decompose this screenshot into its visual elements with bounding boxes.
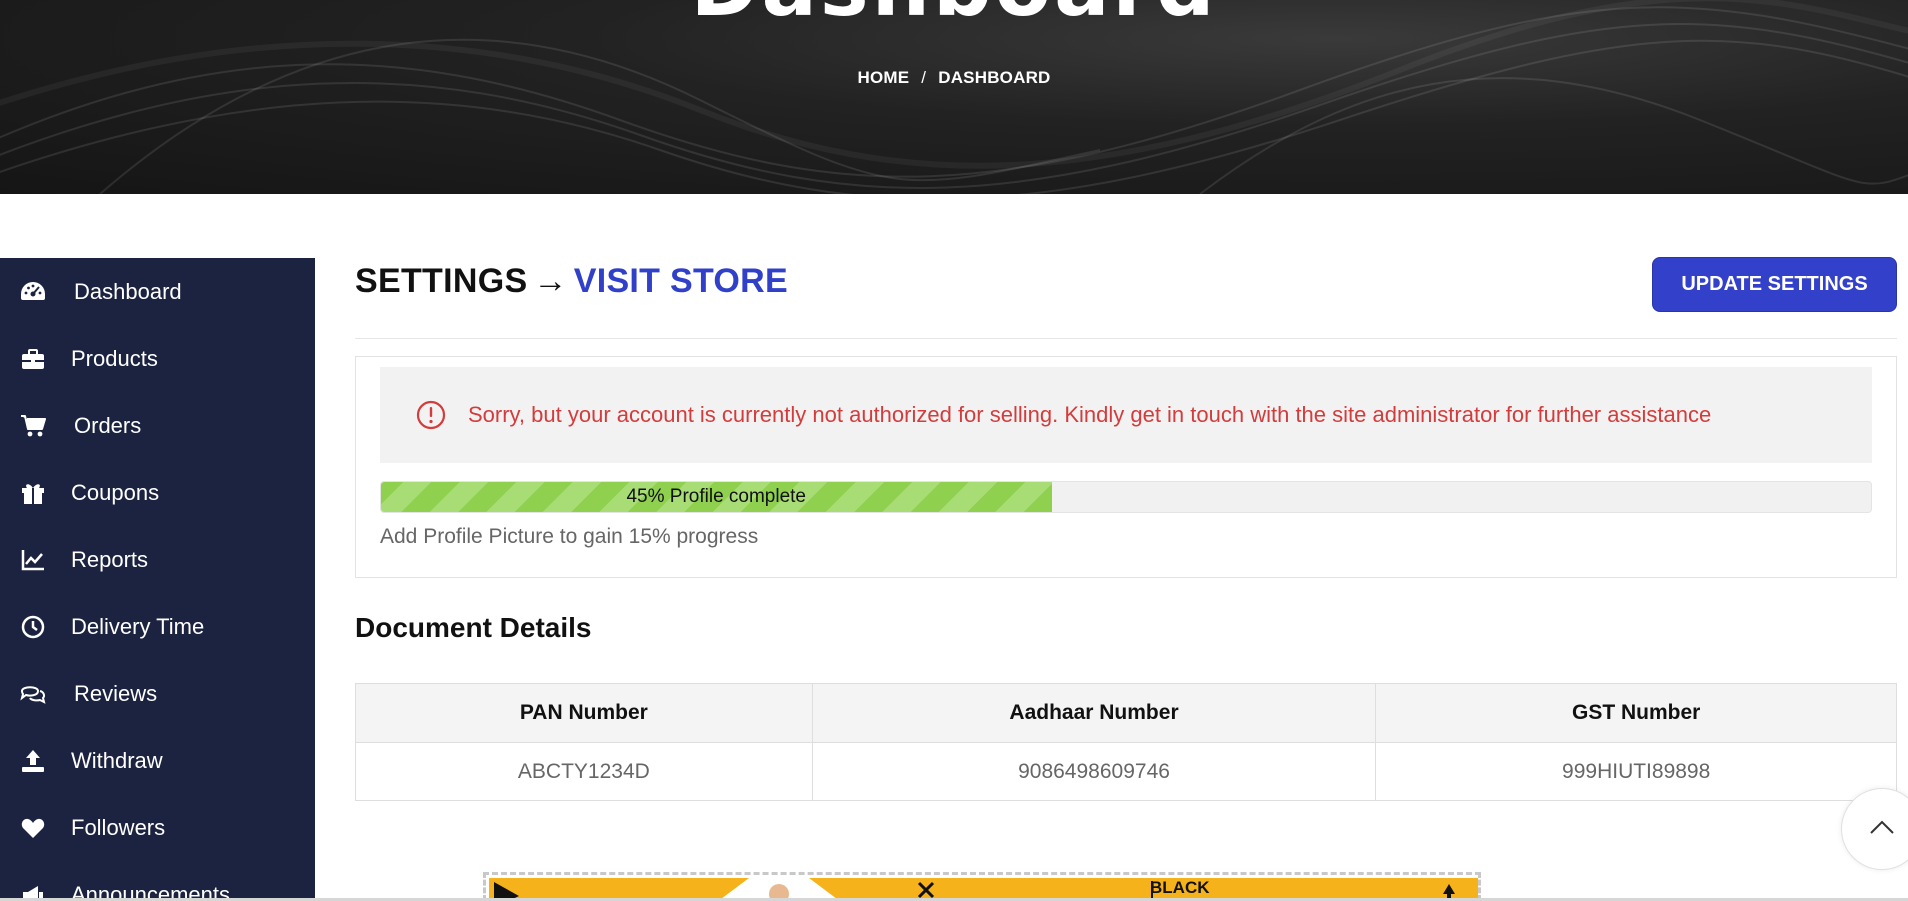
line-chart-icon [20,547,46,573]
briefcase-icon [20,346,46,372]
visit-store-link[interactable]: VISIT STORE [574,262,788,300]
profile-progress-bar: 45% Profile complete [380,481,1872,513]
document-details-heading: Document Details [355,612,592,643]
dashboard-gauge-icon [20,279,46,305]
sidebar-item-label: Dashboard [74,278,182,304]
exclamation-circle-icon [416,400,446,430]
sidebar-item-label: Products [71,345,158,371]
profile-progress-label: 45% Profile complete [626,486,807,507]
sidebar-item-dashboard[interactable]: Dashboard [0,258,315,325]
divider [355,338,1897,339]
sidebar-item-label: Followers [71,814,166,840]
settings-label: SETTINGS [355,262,528,300]
pan-number-value: ABCTY1234D [355,742,813,801]
clock-icon [20,614,46,640]
table-row: ABCTY1234D 9086498609746 999HIUTI89898 [355,742,1897,801]
progress-hint: Add Profile Picture to gain 15% progress [380,525,759,548]
column-header-pan: PAN Number [355,683,813,743]
sidebar-item-products[interactable]: Products [0,325,315,392]
breadcrumb-home[interactable]: HOME [857,68,909,87]
sidebar-item-label: Withdraw [71,747,163,773]
sidebar-item-label: Coupons [71,479,160,505]
sidebar-item-withdraw[interactable]: Withdraw [0,727,315,794]
sidebar-item-label: Reviews [74,680,158,706]
breadcrumb-separator: / [921,68,927,87]
sidebar-item-orders[interactable]: Orders [0,392,315,459]
sidebar-item-label: Orders [74,412,142,438]
column-header-aadhaar: Aadhaar Number [811,683,1377,743]
upload-icon [20,748,46,774]
settings-heading: SETTINGS → VISIT STORE [355,262,788,301]
table-header-row: PAN Number Aadhaar Number GST Number [355,683,1897,743]
sidebar-item-coupons[interactable]: Coupons [0,459,315,526]
scroll-to-top-button[interactable] [1841,788,1908,870]
page-title: Dashboard [0,0,1908,29]
update-settings-button[interactable]: UPDATE SETTINGS [1652,257,1897,312]
arrow-right-icon: → [533,262,568,300]
gst-number-value: 999HIUTI89898 [1375,742,1897,801]
authorization-alert: Sorry, but your account is currently not… [380,367,1872,463]
alert-message: Sorry, but your account is currently not… [468,402,1712,427]
document-details-table: PAN Number Aadhaar Number GST Number ABC… [355,683,1897,801]
sidebar-item-announcements[interactable]: Announcements [0,861,315,901]
sidebar-item-reports[interactable]: Reports [0,526,315,593]
sidebar-item-delivery-time[interactable]: Delivery Time [0,593,315,660]
sidebar-item-reviews[interactable]: Reviews [0,660,315,727]
gift-icon [20,480,46,506]
heart-icon [20,815,46,841]
sidebar-item-label: Delivery Time [71,613,205,639]
store-banner-image [483,872,1481,901]
comments-icon [20,681,46,707]
sidebar-nav: Dashboard Products Orders Coupons Report… [0,258,315,901]
aadhaar-number-value: 9086498609746 [811,742,1377,801]
banner-text: BLACK [1150,878,1210,897]
sidebar-item-followers[interactable]: Followers [0,794,315,861]
sidebar-item-label: Reports [71,546,149,572]
breadcrumb: HOME / DASHBOARD [0,68,1908,88]
cart-icon [20,413,46,439]
column-header-gst: GST Number [1375,683,1897,743]
hero-banner: Dashboard HOME / DASHBOARD [0,0,1908,194]
chevron-up-icon [1869,819,1895,840]
breadcrumb-current: DASHBOARD [938,68,1051,87]
account-status-panel: Sorry, but your account is currently not… [355,356,1897,578]
